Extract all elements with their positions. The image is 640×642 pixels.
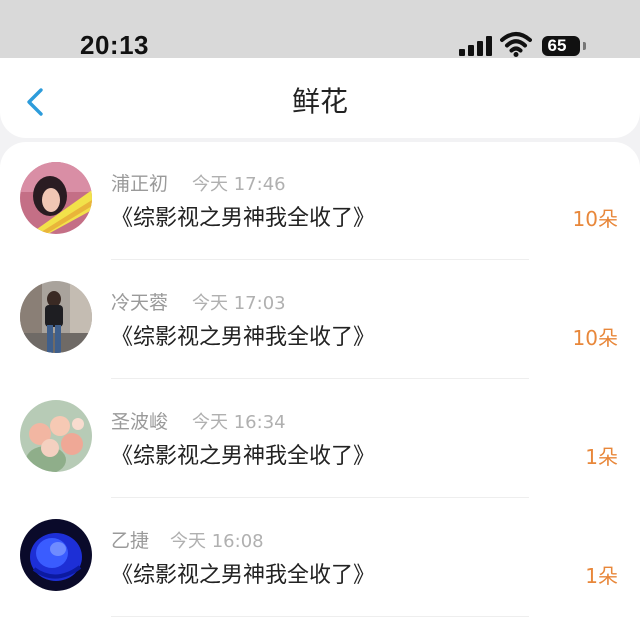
list-item[interactable]: 冷天蓉 今天 17:03 《综影视之男神我全收了》 10朵 — [0, 261, 640, 380]
battery-icon: 65 — [542, 36, 580, 56]
divider — [111, 259, 529, 260]
avatar[interactable] — [20, 519, 92, 591]
divider — [111, 378, 529, 379]
gift-time: 今天 17:46 — [192, 174, 286, 195]
avatar-image — [20, 162, 92, 234]
gift-time: 今天 16:34 — [192, 412, 286, 433]
list-item[interactable]: 乙捷 今天 16:08 《综影视之男神我全收了》 1朵 — [0, 499, 640, 618]
nav-bar: 鲜花 — [0, 58, 640, 138]
avatar[interactable] — [20, 400, 92, 472]
battery-level: 65 — [547, 36, 567, 55]
book-title[interactable]: 《综影视之男神我全收了》 — [111, 319, 375, 351]
flower-record-list: 浦正初 今天 17:46 《综影视之男神我全收了》 10朵 冷天蓉 今天 17:… — [0, 142, 640, 642]
flower-count: 1朵 — [585, 564, 618, 588]
chevron-left-icon — [27, 88, 43, 116]
avatar-image — [20, 281, 92, 353]
gift-time: 今天 16:08 — [170, 531, 264, 552]
gift-time: 今天 17:03 — [192, 293, 286, 314]
book-title[interactable]: 《综影视之男神我全收了》 — [111, 438, 375, 470]
sender-name: 冷天蓉 — [111, 292, 169, 314]
avatar-image — [20, 400, 92, 472]
back-button[interactable] — [16, 82, 56, 122]
flower-count: 10朵 — [572, 207, 618, 231]
flower-count: 1朵 — [585, 445, 618, 469]
flower-count: 10朵 — [572, 326, 618, 350]
battery-tip — [583, 42, 586, 50]
book-title[interactable]: 《综影视之男神我全收了》 — [111, 200, 375, 232]
book-title[interactable]: 《综影视之男神我全收了》 — [111, 557, 375, 589]
avatar-image — [20, 519, 92, 591]
sender-name: 圣波峻 — [111, 411, 169, 433]
avatar[interactable] — [20, 162, 92, 234]
sender-name: 浦正初 — [111, 173, 169, 195]
list-item[interactable]: 圣波峻 今天 16:34 《综影视之男神我全收了》 1朵 — [0, 380, 640, 499]
avatar[interactable] — [20, 281, 92, 353]
status-bar: 20:13 65 — [0, 0, 640, 60]
divider — [111, 497, 529, 498]
cellular-signal-icon — [459, 36, 493, 56]
sender-name: 乙捷 — [111, 530, 150, 552]
list-item[interactable]: 浦正初 今天 17:46 《综影视之男神我全收了》 10朵 — [0, 142, 640, 261]
page-title: 鲜花 — [291, 85, 348, 118]
divider — [111, 616, 529, 617]
wifi-icon — [500, 32, 532, 57]
